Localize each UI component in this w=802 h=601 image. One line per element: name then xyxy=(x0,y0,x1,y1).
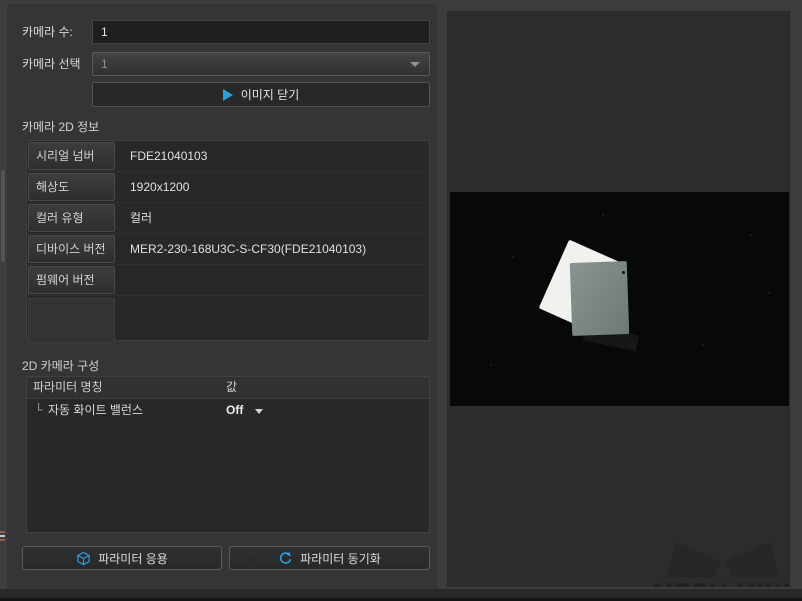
info-row-value: 1920x1200 xyxy=(116,172,189,202)
image-noise-dot xyxy=(490,364,492,366)
info-row-label: 컬러 유형 xyxy=(28,204,115,232)
column-header-value: 값 xyxy=(226,377,237,398)
image-noise-dot xyxy=(750,234,752,236)
chevron-down-icon xyxy=(410,62,420,67)
tree-branch-icon: └ xyxy=(35,399,42,422)
panel-edge-mark xyxy=(0,531,5,533)
sync-parameters-button[interactable]: 파라미터 동기화 xyxy=(229,546,430,570)
image-viewer-panel[interactable]: MECH MIND xyxy=(446,10,791,588)
mech-mind-watermark: MECH MIND xyxy=(653,542,791,588)
chevron-down-icon[interactable] xyxy=(255,409,263,414)
config-table-header: 파라미터 명칭 값 xyxy=(27,377,429,399)
camera-2d-config-title: 2D 카메라 구성 xyxy=(22,357,99,374)
close-image-button[interactable]: 이미지 닫기 xyxy=(92,82,430,107)
info-row-value: MER2-230-168U3C-S-CF30(FDE21040103) xyxy=(116,234,366,264)
image-noise-dot xyxy=(602,214,604,216)
table-row: 컬러 유형 컬러 xyxy=(27,203,429,234)
info-row-value xyxy=(116,265,130,295)
close-image-button-label: 이미지 닫기 xyxy=(241,86,300,103)
param-label: 자동 화이트 밸런스 xyxy=(48,399,143,422)
camera-count-input[interactable] xyxy=(92,20,430,44)
white-balance-dropdown[interactable]: Off xyxy=(226,399,243,422)
table-row: 시리얼 넘버 FDE21040103 xyxy=(27,141,429,172)
watermark-text: MECH MIND xyxy=(653,582,791,588)
left-scrollbar-thumb[interactable] xyxy=(1,170,5,262)
info-row-label: 해상도 xyxy=(28,173,115,201)
apply-parameters-button[interactable]: 파라미터 응용 xyxy=(22,546,222,570)
camera-settings-panel: 카메라 수: 카메라 선택 1 이미지 닫기 카메라 2D 정보 시리얼 넘버 … xyxy=(7,4,437,589)
table-row: 펌웨어 버전 xyxy=(27,265,429,296)
info-row-value: FDE21040103 xyxy=(116,141,207,171)
table-row: 해상도 1920x1200 xyxy=(27,172,429,203)
table-row: 디바이스 버전 MER2-230-168U3C-S-CF30(FDE210401… xyxy=(27,234,429,265)
camera-select-label: 카메라 선택 xyxy=(22,52,81,76)
mech-mind-logo-icon xyxy=(667,542,721,577)
apply-parameters-label: 파라미터 응용 xyxy=(98,550,168,567)
camera-count-label: 카메라 수: xyxy=(22,20,73,44)
camera-image xyxy=(450,192,789,406)
column-header-name: 파라미터 명칭 xyxy=(33,377,103,398)
info-row-label: 시리얼 넘버 xyxy=(28,142,115,170)
empty-label-cell xyxy=(28,298,115,343)
gray-calibration-card xyxy=(570,261,630,336)
sync-icon xyxy=(278,551,293,566)
info-row-value: 컬러 xyxy=(116,203,152,233)
camera-select-value: 1 xyxy=(101,57,108,71)
window-bottom-edge xyxy=(0,589,802,601)
info-row-label: 디바이스 버전 xyxy=(28,235,115,263)
image-noise-dot xyxy=(512,256,514,258)
mech-mind-logo-icon xyxy=(725,542,779,577)
image-noise-dot xyxy=(768,292,770,294)
camera-2d-info-table: 시리얼 넘버 FDE21040103 해상도 1920x1200 컬러 유형 컬… xyxy=(26,140,430,341)
info-row-label: 펌웨어 버전 xyxy=(28,266,115,294)
camera-2d-info-title: 카메라 2D 정보 xyxy=(22,118,99,135)
image-noise-dot xyxy=(702,344,704,346)
camera-2d-config-table: 파라미터 명칭 값 └ 자동 화이트 밸런스 Off xyxy=(26,376,430,533)
table-row: └ 자동 화이트 밸런스 Off xyxy=(27,399,429,422)
panel-edge-mark xyxy=(0,539,5,541)
cube-icon xyxy=(76,551,91,566)
sync-parameters-label: 파라미터 동기화 xyxy=(300,550,381,567)
panel-edge-mark xyxy=(0,535,5,537)
play-icon xyxy=(223,89,233,101)
camera-select-dropdown[interactable]: 1 xyxy=(92,52,430,76)
image-speck xyxy=(622,271,625,274)
